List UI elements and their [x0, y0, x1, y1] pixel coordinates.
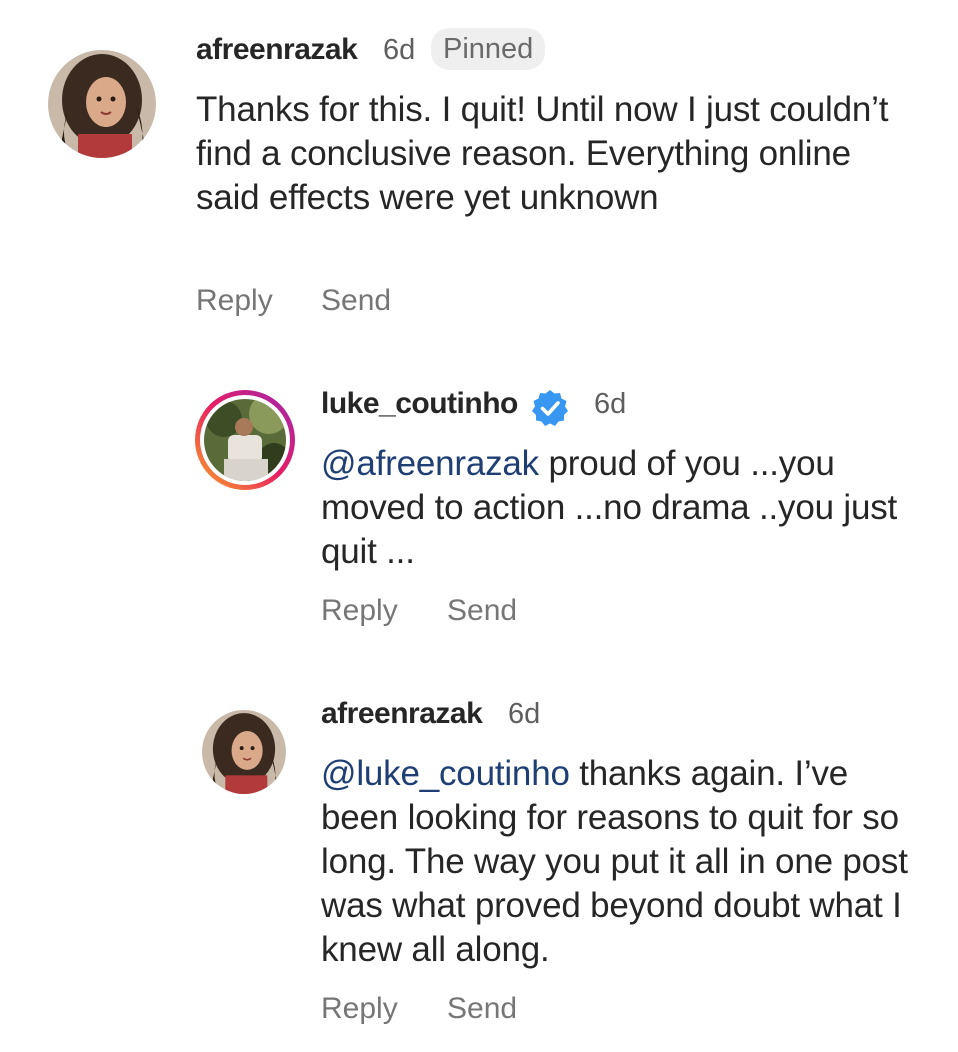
mention-link[interactable]: @luke_coutinho — [321, 754, 570, 793]
comment-time: 6d — [383, 34, 416, 66]
avatar-image — [204, 399, 286, 481]
comment-text: Thanks for this. I quit! Until now I jus… — [196, 88, 896, 220]
comment-username[interactable]: afreenrazak — [196, 33, 358, 67]
comment-time: 6d — [508, 698, 541, 730]
avatar[interactable] — [202, 710, 286, 794]
reply-button[interactable]: Reply — [321, 594, 398, 628]
comment-time: 6d — [594, 388, 627, 420]
comment-username[interactable]: afreenrazak — [321, 697, 483, 731]
reply-button[interactable]: Reply — [321, 992, 398, 1026]
avatar-image — [48, 50, 156, 158]
send-button[interactable]: Send — [321, 284, 391, 318]
verified-badge-icon — [532, 390, 568, 426]
reply-button[interactable]: Reply — [196, 284, 273, 318]
avatar[interactable] — [48, 50, 156, 158]
comment-body: Thanks for this. I quit! Until now I jus… — [196, 90, 889, 217]
send-button[interactable]: Send — [447, 992, 517, 1026]
comment-text: @luke_coutinho thanks again. I’ve been l… — [321, 752, 921, 972]
comment-text: @afreenrazak proud of you ...you moved t… — [321, 442, 911, 574]
mention-link[interactable]: @afreenrazak — [321, 444, 539, 483]
send-button[interactable]: Send — [447, 594, 517, 628]
comment-username[interactable]: luke_coutinho — [321, 387, 518, 421]
comment-pinned: afreenrazak 6d Pinned Thanks for this. I… — [0, 0, 958, 340]
avatar-image — [202, 710, 286, 794]
comment-reply: afreenrazak 6d @luke_coutinho thanks aga… — [0, 670, 958, 1052]
avatar-story-ring[interactable] — [195, 390, 295, 490]
pinned-badge: Pinned — [431, 28, 546, 70]
comment-reply: luke_coutinho 6d @afreenrazak proud of y… — [0, 340, 958, 670]
